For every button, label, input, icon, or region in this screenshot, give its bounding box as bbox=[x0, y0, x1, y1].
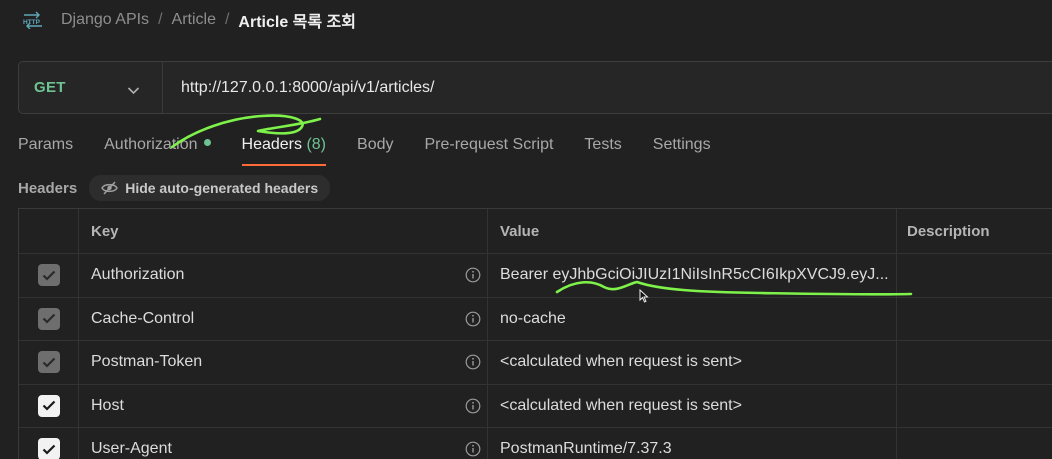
row-key: User-Agent bbox=[91, 440, 172, 458]
headers-section-title: Headers bbox=[18, 179, 78, 197]
row-value: no-cache bbox=[500, 309, 566, 327]
tab-label: Body bbox=[357, 136, 394, 153]
table-header-row: Key Value Description bbox=[19, 209, 1052, 254]
tab-body[interactable]: Body bbox=[357, 128, 393, 166]
row-key-cell[interactable]: Postman-Token bbox=[79, 341, 488, 384]
breadcrumb-folder[interactable]: Article bbox=[172, 11, 216, 29]
row-description-cell[interactable] bbox=[897, 298, 1052, 341]
http-icon: HTTP bbox=[22, 10, 44, 30]
table-row: Authorization Bearer eyJhbGciOiJIUzI1NiI… bbox=[19, 254, 1052, 298]
breadcrumb: HTTP Django APIs / Article / Article 목록 … bbox=[22, 8, 356, 32]
tab-label: Tests bbox=[584, 136, 622, 153]
tab-label: Settings bbox=[652, 136, 711, 153]
hide-auto-generated-headers-button[interactable]: Hide auto-generated headers bbox=[89, 175, 331, 201]
row-description-cell[interactable] bbox=[897, 254, 1052, 297]
tab-label: Authorization bbox=[104, 136, 198, 153]
chevron-down-icon bbox=[127, 82, 140, 100]
column-checkbox-header bbox=[19, 209, 79, 253]
row-checkbox[interactable] bbox=[37, 351, 60, 374]
row-checkbox-cell bbox=[19, 297, 79, 340]
info-icon[interactable] bbox=[465, 354, 481, 375]
info-icon[interactable] bbox=[465, 441, 481, 459]
row-key: Cache-Control bbox=[91, 309, 195, 327]
row-key-cell[interactable]: User-Agent bbox=[79, 428, 488, 459]
info-icon[interactable] bbox=[465, 267, 481, 288]
row-key-cell[interactable]: Authorization bbox=[79, 254, 488, 297]
row-checkbox[interactable] bbox=[37, 438, 60, 459]
tab-authorization[interactable]: Authorization bbox=[104, 128, 211, 166]
tab-params[interactable]: Params bbox=[18, 128, 73, 166]
row-description-cell[interactable] bbox=[897, 428, 1052, 459]
row-key: Authorization bbox=[91, 266, 185, 284]
column-key-header: Key bbox=[79, 209, 488, 253]
row-checkbox[interactable] bbox=[37, 394, 60, 417]
row-value-cell[interactable]: <calculated when request is sent> bbox=[488, 341, 897, 384]
breadcrumb-separator: / bbox=[224, 11, 230, 28]
request-tabs: Params Authorization Headers (8) Body Pr… bbox=[18, 128, 742, 166]
tab-label: Headers bbox=[241, 136, 302, 153]
mouse-cursor-icon bbox=[639, 288, 649, 308]
row-value-cell[interactable]: <calculated when request is sent> bbox=[488, 384, 897, 427]
status-dot-icon bbox=[203, 139, 211, 147]
request-url-bar: GET http://127.0.0.1:8000/api/v1/article… bbox=[18, 61, 1052, 114]
row-checkbox[interactable] bbox=[37, 264, 60, 287]
row-description-cell[interactable] bbox=[897, 385, 1052, 428]
table-row: Host <calculated when request is sent> bbox=[19, 384, 1052, 428]
svg-text:HTTP: HTTP bbox=[23, 19, 41, 26]
tab-count-badge: (8) bbox=[306, 136, 327, 153]
hide-auto-generated-headers-label: Hide auto-generated headers bbox=[125, 180, 319, 196]
headers-toolbar: Headers Hide auto-generated headers bbox=[18, 175, 331, 201]
table-row: User-Agent PostmanRuntime/7.37.3 bbox=[19, 428, 1052, 459]
row-checkbox-cell bbox=[19, 384, 79, 427]
row-key-cell[interactable]: Host bbox=[79, 384, 488, 427]
tab-tests[interactable]: Tests bbox=[584, 128, 621, 166]
eye-off-icon bbox=[101, 181, 119, 195]
row-key: Host bbox=[91, 396, 124, 414]
table-row: Postman-Token <calculated when request i… bbox=[19, 341, 1052, 385]
headers-table: Key Value Description Authorization Bear… bbox=[18, 208, 1052, 459]
tab-label: Pre-request Script bbox=[424, 136, 554, 153]
info-icon[interactable] bbox=[465, 398, 481, 419]
row-value-cell[interactable]: no-cache bbox=[488, 297, 897, 340]
row-key-cell[interactable]: Cache-Control bbox=[79, 297, 488, 340]
tab-settings[interactable]: Settings bbox=[653, 128, 711, 166]
row-value-cell[interactable]: PostmanRuntime/7.37.3 bbox=[488, 428, 897, 459]
row-value: PostmanRuntime/7.37.3 bbox=[500, 440, 672, 458]
tab-headers[interactable]: Headers (8) bbox=[241, 128, 327, 166]
breadcrumb-workspace[interactable]: Django APIs bbox=[61, 11, 149, 29]
column-value-header: Value bbox=[488, 209, 897, 253]
row-checkbox-cell bbox=[19, 254, 79, 297]
row-checkbox[interactable] bbox=[37, 307, 60, 330]
row-checkbox-cell bbox=[19, 341, 79, 384]
url-input[interactable]: http://127.0.0.1:8000/api/v1/articles/ bbox=[181, 79, 1052, 97]
method-label: GET bbox=[34, 79, 66, 96]
tab-label: Params bbox=[18, 136, 74, 153]
table-row: Cache-Control no-cache bbox=[19, 297, 1052, 341]
row-description-cell[interactable] bbox=[897, 341, 1052, 384]
page-title[interactable]: Article 목록 조회 bbox=[238, 8, 356, 32]
row-value: Bearer eyJhbGciOiJIUzI1NiIsInR5cCI6IkpXV… bbox=[500, 266, 889, 284]
row-value-cell[interactable]: Bearer eyJhbGciOiJIUzI1NiIsInR5cCI6IkpXV… bbox=[488, 254, 897, 297]
column-description-header: Description bbox=[897, 209, 1052, 253]
row-value: <calculated when request is sent> bbox=[500, 353, 742, 371]
method-select[interactable]: GET bbox=[19, 62, 163, 113]
row-value: <calculated when request is sent> bbox=[500, 396, 742, 414]
info-icon[interactable] bbox=[465, 311, 481, 332]
row-key: Postman-Token bbox=[91, 353, 203, 371]
breadcrumb-separator: / bbox=[158, 11, 163, 28]
row-checkbox-cell bbox=[19, 428, 79, 459]
tab-pre-request-script[interactable]: Pre-request Script bbox=[424, 128, 553, 166]
